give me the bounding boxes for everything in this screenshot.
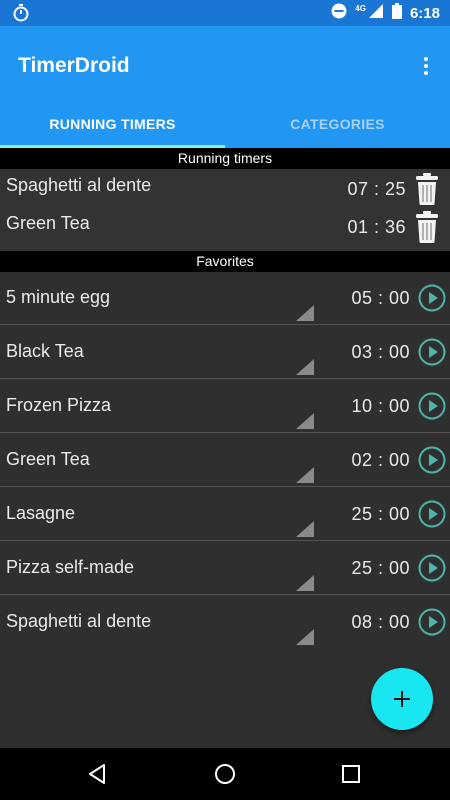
- trash-icon[interactable]: [414, 210, 440, 244]
- context-corner-icon: [296, 305, 314, 321]
- favorite-name: Pizza self-made: [6, 557, 135, 577]
- favorite-row[interactable]: Black Tea 03 : 00: [0, 325, 450, 379]
- timer-remaining: 01 : 36: [347, 217, 406, 237]
- favorite-name: Green Tea: [6, 449, 90, 469]
- play-icon[interactable]: [418, 284, 446, 312]
- plus-icon: [394, 691, 410, 707]
- favorite-row[interactable]: Pizza self-made 25 : 00: [0, 541, 450, 595]
- context-corner-icon: [296, 359, 314, 375]
- favorite-name: Frozen Pizza: [6, 395, 112, 415]
- back-icon[interactable]: [84, 760, 112, 788]
- favorite-name: Lasagne: [6, 503, 76, 523]
- app-bar: TimerDroid RUNNING TIMERS CATEGORIES: [0, 26, 450, 148]
- favorite-duration: 25 : 00: [351, 558, 410, 578]
- timer-name: Green Tea: [6, 213, 90, 233]
- system-nav-bar: [0, 748, 450, 800]
- timer-name: Spaghetti al dente: [6, 175, 152, 195]
- overflow-menu-icon[interactable]: [414, 54, 438, 78]
- play-icon[interactable]: [418, 392, 446, 420]
- favorite-duration: 10 : 00: [351, 396, 410, 416]
- recents-icon[interactable]: [337, 760, 365, 788]
- play-icon[interactable]: [418, 554, 446, 582]
- context-corner-icon: [296, 575, 314, 591]
- running-timer-row[interactable]: Green Tea 01 : 36: [0, 208, 450, 248]
- tab-bar: RUNNING TIMERS CATEGORIES: [0, 100, 450, 148]
- favorite-row[interactable]: 5 minute egg 05 : 00: [0, 271, 450, 325]
- play-icon[interactable]: [418, 338, 446, 366]
- favorites-list: 5 minute egg 05 : 00 Black Tea 03 : 00 F…: [0, 271, 450, 649]
- favorite-duration: 08 : 00: [351, 612, 410, 632]
- context-corner-icon: [296, 629, 314, 645]
- favorites-header: Favorites: [0, 251, 450, 272]
- favorite-duration: 03 : 00: [351, 342, 410, 362]
- favorite-row[interactable]: Green Tea 02 : 00: [0, 433, 450, 487]
- tab-categories[interactable]: CATEGORIES: [225, 100, 450, 148]
- network-type: 4G: [355, 4, 366, 13]
- favorite-name: 5 minute egg: [6, 287, 111, 307]
- add-timer-button[interactable]: [371, 668, 433, 730]
- running-timers-header: Running timers: [0, 148, 450, 169]
- running-timer-row[interactable]: Spaghetti al dente 07 : 25: [0, 170, 450, 210]
- tab-running-timers[interactable]: RUNNING TIMERS: [0, 100, 225, 148]
- context-corner-icon: [296, 413, 314, 429]
- favorite-duration: 02 : 00: [351, 450, 410, 470]
- favorite-row[interactable]: Frozen Pizza 10 : 00: [0, 379, 450, 433]
- play-icon[interactable]: [418, 608, 446, 636]
- trash-icon[interactable]: [414, 172, 440, 206]
- favorite-duration: 25 : 00: [351, 504, 410, 524]
- favorite-row[interactable]: Lasagne 25 : 00: [0, 487, 450, 541]
- signal-icon: [368, 3, 384, 24]
- context-corner-icon: [296, 521, 314, 537]
- context-corner-icon: [296, 467, 314, 483]
- favorite-name: Spaghetti al dente: [6, 611, 152, 631]
- play-icon[interactable]: [418, 446, 446, 474]
- home-icon[interactable]: [211, 760, 239, 788]
- do-not-disturb-icon: [331, 3, 347, 24]
- status-bar: 4G 6:18: [0, 0, 450, 26]
- running-timers-list: Spaghetti al dente 07 : 25 Green Tea 01 …: [0, 170, 450, 250]
- clock: 6:18: [409, 5, 440, 22]
- favorite-duration: 05 : 00: [351, 288, 410, 308]
- favorite-row[interactable]: Spaghetti al dente 08 : 00: [0, 595, 450, 649]
- timer-remaining: 07 : 25: [347, 179, 406, 199]
- play-icon[interactable]: [418, 500, 446, 528]
- app-title: TimerDroid: [18, 54, 130, 77]
- battery-icon: [391, 3, 402, 24]
- stopwatch-icon: [12, 4, 30, 27]
- favorite-name: Black Tea: [6, 341, 84, 361]
